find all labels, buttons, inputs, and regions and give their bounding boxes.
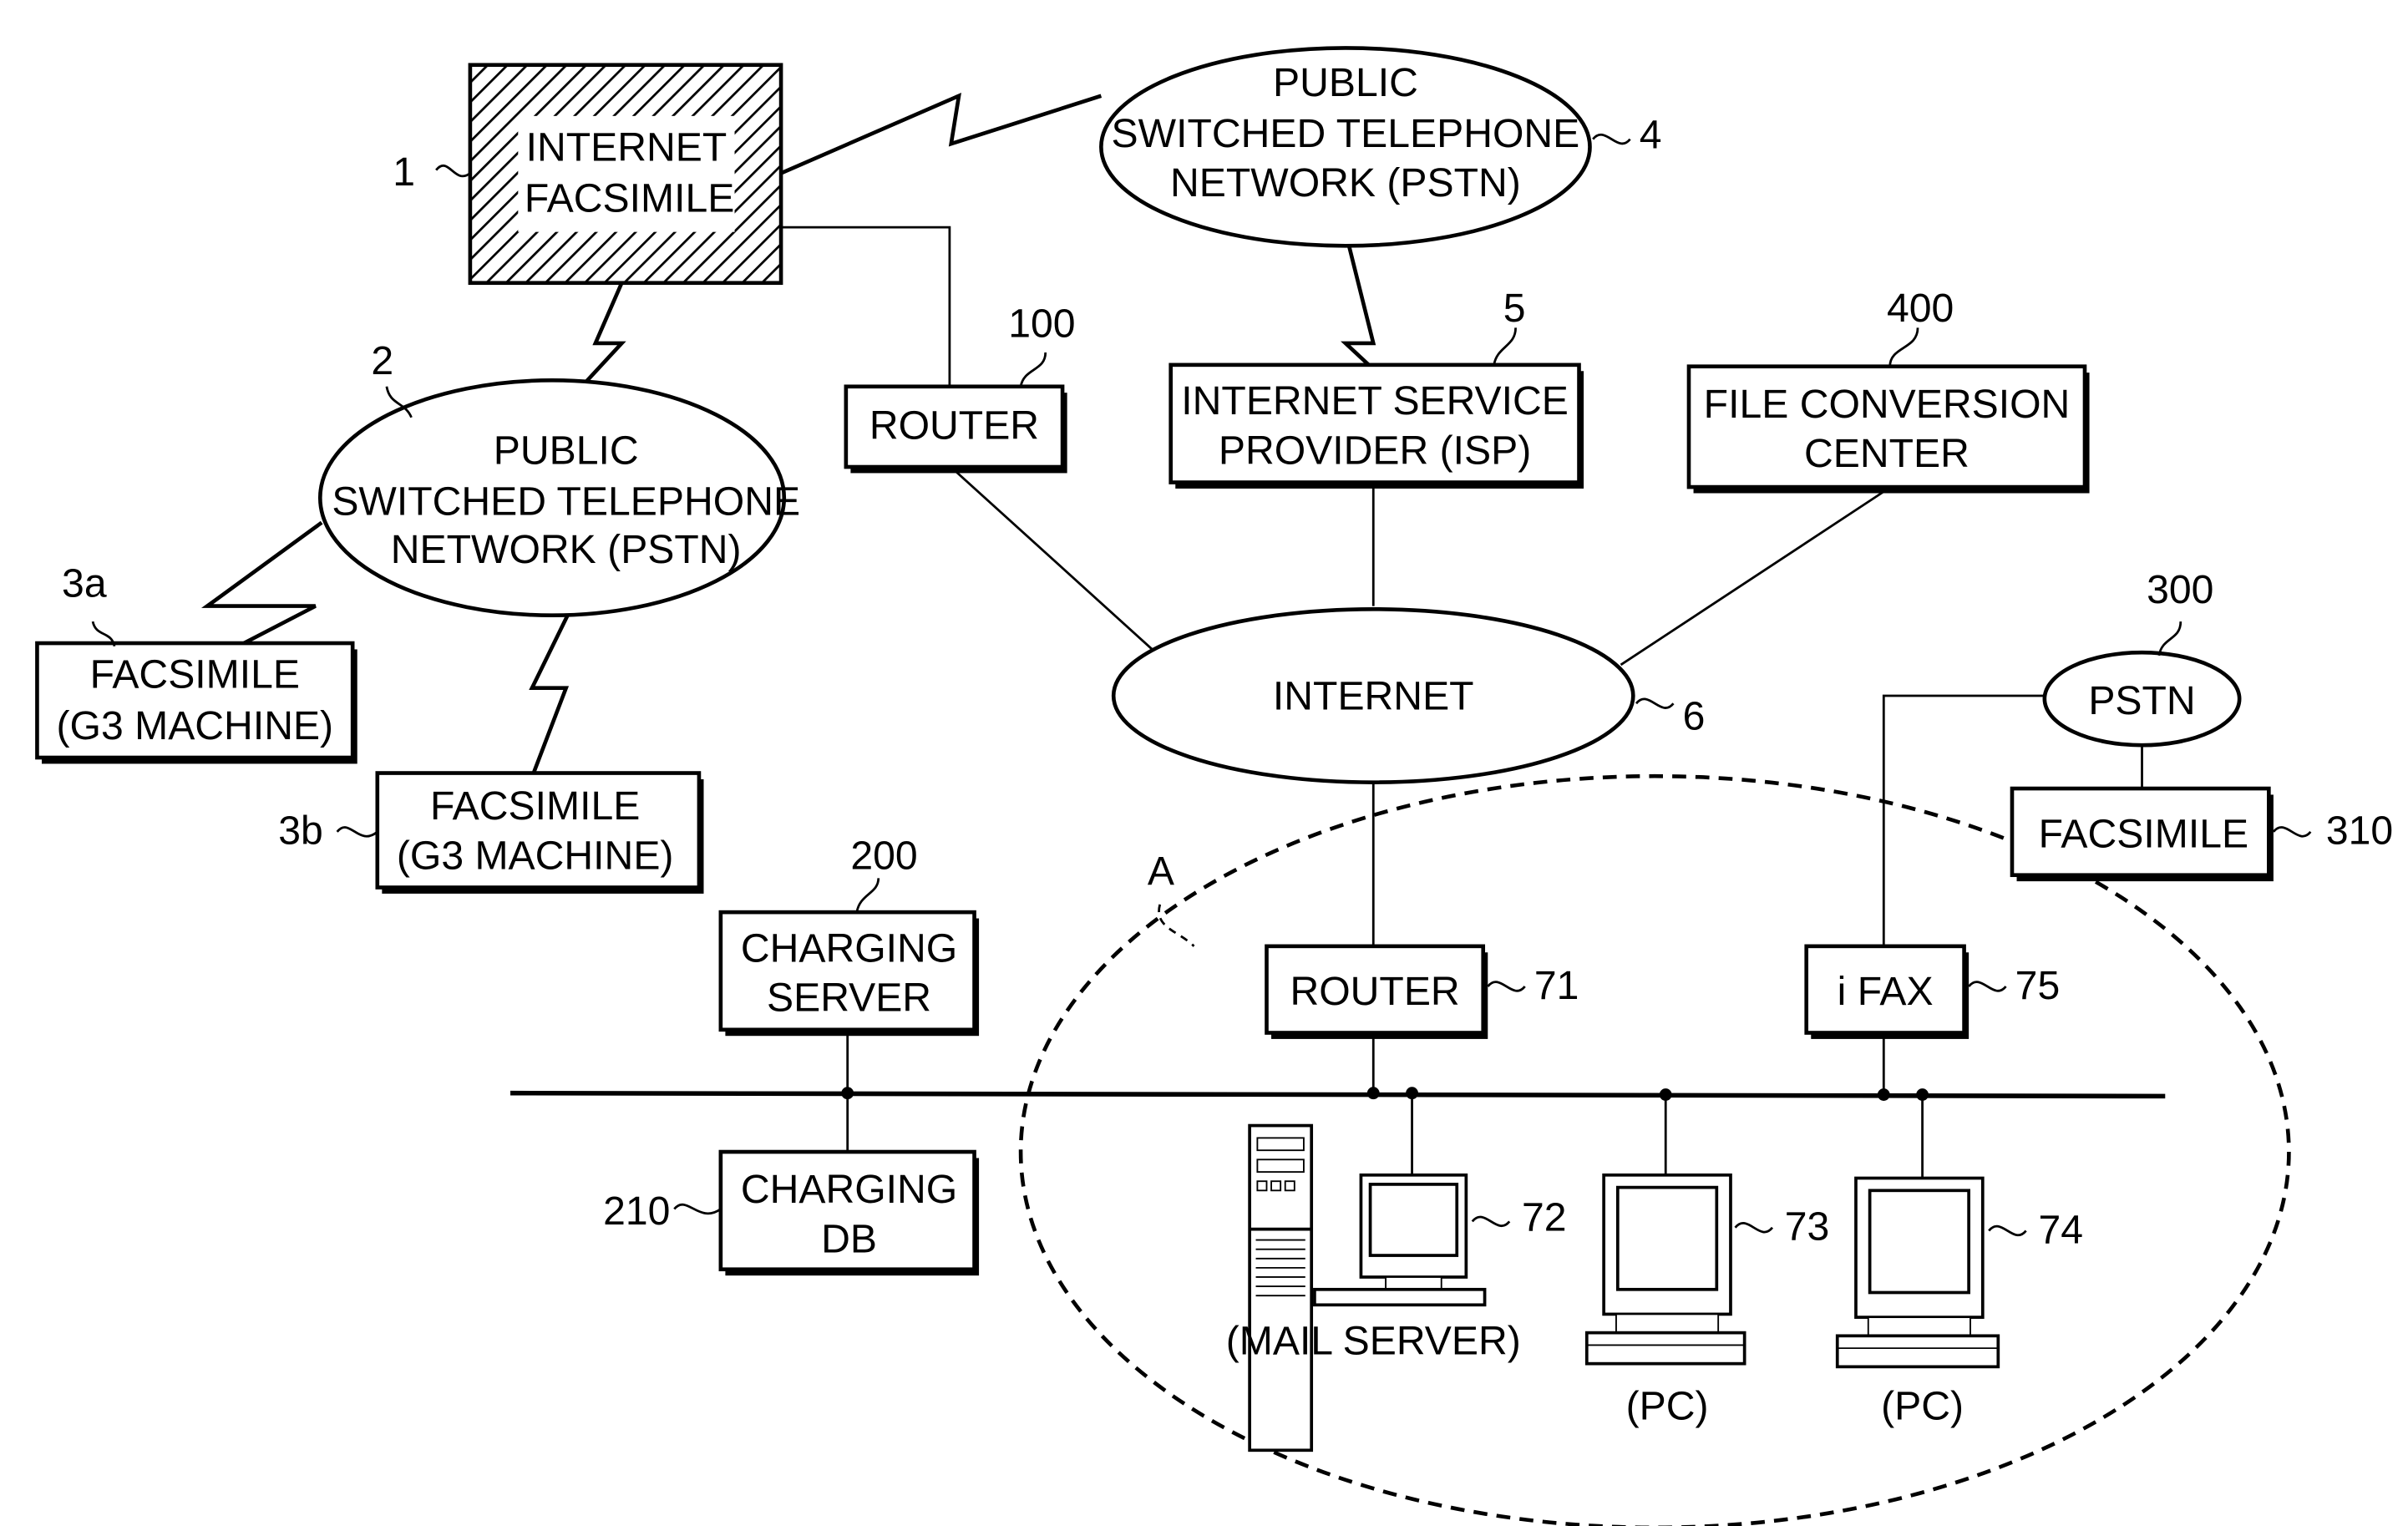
server-tower-icon xyxy=(1248,1123,1314,1452)
link-fileconv-internet xyxy=(1620,490,1885,667)
network-diagram: A INTERNET FACSIMILE 1 PUBLIC SWITCHED T… xyxy=(35,46,2393,1526)
svg-text:ROUTER: ROUTER xyxy=(869,403,1039,449)
svg-text:DB: DB xyxy=(821,1216,877,1261)
svg-text:CHARGING: CHARGING xyxy=(741,925,957,971)
facsimile-3b-node[interactable]: FACSIMILE (G3 MACHINE) xyxy=(375,771,704,894)
svg-text:INTERNET: INTERNET xyxy=(526,125,727,170)
router-71-node[interactable]: ROUTER xyxy=(1265,944,1488,1039)
svg-text:PUBLIC: PUBLIC xyxy=(1273,60,1418,105)
ref-100: 100 xyxy=(1008,302,1075,347)
ref-1: 1 xyxy=(393,150,415,195)
charging-db-node[interactable]: CHARGING DB xyxy=(718,1149,980,1276)
svg-text:PUBLIC: PUBLIC xyxy=(494,428,639,473)
svg-text:SWITCHED TELEPHONE: SWITCHED TELEPHONE xyxy=(1112,111,1580,156)
ref-3b: 3b xyxy=(278,809,323,854)
svg-text:(G3 MACHINE): (G3 MACHINE) xyxy=(397,833,674,878)
svg-text:INTERNET SERVICE: INTERNET SERVICE xyxy=(1181,378,1569,423)
internet-facsimile-node[interactable]: INTERNET FACSIMILE xyxy=(468,63,783,286)
svg-text:FACSIMILE: FACSIMILE xyxy=(2039,811,2248,856)
ref-2: 2 xyxy=(371,338,393,383)
svg-text:SWITCHED TELEPHONE: SWITCHED TELEPHONE xyxy=(332,479,800,524)
internet-node[interactable]: INTERNET xyxy=(1111,607,1635,784)
computer-icon xyxy=(1835,1176,2000,1369)
svg-text:FACSIMILE: FACSIMILE xyxy=(90,652,300,697)
ref-200: 200 xyxy=(850,833,917,878)
pc-73-node[interactable]: (PC) xyxy=(1584,1173,1746,1428)
ref-5: 5 xyxy=(1503,286,1526,331)
svg-text:PROVIDER (ISP): PROVIDER (ISP) xyxy=(1219,428,1531,473)
link-ifax-router100 xyxy=(781,226,951,387)
ref-6: 6 xyxy=(1683,694,1706,739)
facsimile-3a-node[interactable]: FACSIMILE (G3 MACHINE) xyxy=(35,641,357,764)
ref-4: 4 xyxy=(1640,113,1662,158)
svg-text:(PC): (PC) xyxy=(1881,1383,1964,1428)
link-pstn4-isp xyxy=(1341,243,1376,367)
svg-text:i FAX: i FAX xyxy=(1838,969,1934,1014)
ref-71: 71 xyxy=(1534,963,1579,1008)
link-pstn2-fax3a xyxy=(201,520,323,651)
svg-text:NETWORK (PSTN): NETWORK (PSTN) xyxy=(1170,160,1521,205)
svg-text:SERVER: SERVER xyxy=(767,976,931,1021)
svg-text:NETWORK (PSTN): NETWORK (PSTN) xyxy=(391,527,742,572)
svg-text:CENTER: CENTER xyxy=(1804,431,1969,476)
link-ifax-pstn4 xyxy=(780,92,1103,175)
ifax-75-node[interactable]: i FAX xyxy=(1804,944,1969,1039)
svg-text:(G3 MACHINE): (G3 MACHINE) xyxy=(57,703,334,748)
mail-server-node[interactable]: (MAIL SERVER) xyxy=(1226,1123,1521,1452)
ref-3a: 3a xyxy=(62,561,107,606)
svg-text:ROUTER: ROUTER xyxy=(1290,969,1459,1014)
charging-server-node[interactable]: CHARGING SERVER xyxy=(718,910,980,1037)
ref-310: 310 xyxy=(2326,809,2393,854)
ref-300: 300 xyxy=(2147,567,2213,612)
lan-area-ref: A xyxy=(1148,849,1174,894)
ref-75: 75 xyxy=(2015,963,2061,1008)
ref-74: 74 xyxy=(2038,1207,2083,1252)
link-pstn2-fax3b xyxy=(529,614,570,774)
computer-icon xyxy=(1584,1173,1746,1366)
link-router100-internet xyxy=(953,469,1153,651)
isp-node[interactable]: INTERNET SERVICE PROVIDER (ISP) xyxy=(1169,362,1584,489)
svg-text:FILE CONVERSION: FILE CONVERSION xyxy=(1704,382,2071,427)
svg-text:(PC): (PC) xyxy=(1626,1383,1709,1428)
facsimile-310-node[interactable]: FACSIMILE xyxy=(2010,786,2274,882)
pc-74-node[interactable]: (PC) xyxy=(1835,1176,2000,1429)
pstn-2-node[interactable]: PUBLIC SWITCHED TELEPHONE NETWORK (PSTN) xyxy=(317,378,800,618)
ref-72: 72 xyxy=(1522,1194,1567,1240)
svg-text:INTERNET: INTERNET xyxy=(1273,674,1474,719)
file-conversion-center-node[interactable]: FILE CONVERSION CENTER xyxy=(1686,364,2090,494)
router-100-node[interactable]: ROUTER xyxy=(844,384,1067,474)
svg-text:CHARGING: CHARGING xyxy=(741,1167,957,1212)
ref-400: 400 xyxy=(1887,286,1954,331)
pstn-300-node[interactable]: PSTN xyxy=(2042,650,2242,748)
svg-text:PSTN: PSTN xyxy=(2088,678,2195,723)
svg-text:(MAIL SERVER): (MAIL SERVER) xyxy=(1226,1319,1521,1364)
pstn-4-node[interactable]: PUBLIC SWITCHED TELEPHONE NETWORK (PSTN) xyxy=(1099,46,1592,248)
svg-text:FACSIMILE: FACSIMILE xyxy=(525,176,734,221)
monitor-icon xyxy=(1313,1173,1487,1307)
ref-210: 210 xyxy=(603,1189,670,1234)
svg-text:FACSIMILE: FACSIMILE xyxy=(430,783,640,829)
ref-73: 73 xyxy=(1785,1204,1830,1250)
